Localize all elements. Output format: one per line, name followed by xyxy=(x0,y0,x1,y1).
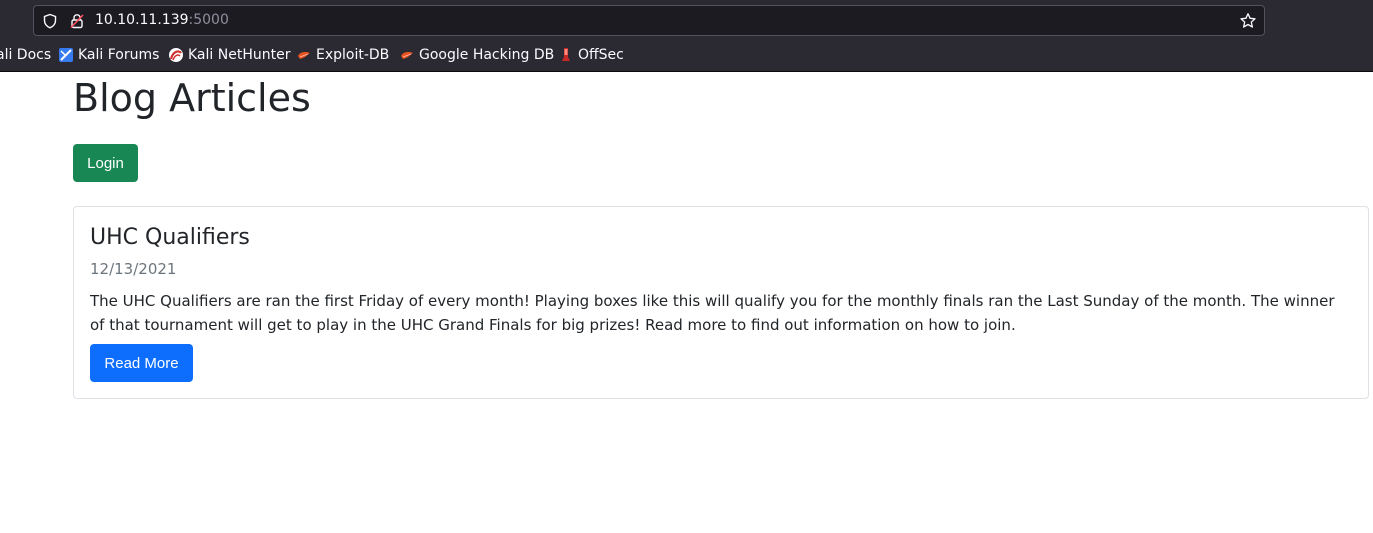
bookmark-kali-forums[interactable]: Kali Forums xyxy=(58,42,159,68)
article-body: The UHC Qualifiers are ran the first Fri… xyxy=(90,292,1335,334)
bookmark-label: ali Docs xyxy=(0,47,52,63)
exploit-db-icon xyxy=(298,52,310,59)
article-title: UHC Qualifiers xyxy=(90,225,250,250)
address-bar[interactable]: 10.10.11.139:5000 xyxy=(33,5,1265,36)
bookmark-google-hacking-db[interactable]: Google Hacking DB xyxy=(399,42,554,68)
kali-nethunter-icon xyxy=(169,48,183,62)
bookmark-label: OffSec xyxy=(578,47,624,63)
shield-icon[interactable] xyxy=(42,13,58,29)
bookmark-exploit-db[interactable]: Exploit-DB xyxy=(296,42,389,68)
bookmark-label: Exploit-DB xyxy=(316,47,390,63)
article-card: UHC Qualifiers 12/13/2021 The UHC Qualif… xyxy=(73,206,1369,399)
bookmarks-toolbar: ali Docs Kali Forums Kali NetHunter Expl… xyxy=(0,42,1373,68)
bookmark-label: Kali Forums xyxy=(78,47,160,63)
bookmark-kali-nethunter[interactable]: Kali NetHunter xyxy=(168,42,290,68)
browser-chrome: 10.10.11.139:5000 ali Docs Kali Forums K… xyxy=(0,0,1373,72)
bookmark-label: Kali NetHunter xyxy=(188,47,291,63)
bookmark-label: Google Hacking DB xyxy=(419,47,555,63)
url-host: 10.10.11.139 xyxy=(95,12,189,28)
page-content: Blog Articles Login UHC Qualifiers 12/13… xyxy=(0,73,1373,533)
insecure-lock-icon[interactable] xyxy=(69,13,85,29)
bookmark-offsec[interactable]: OffSec xyxy=(558,42,624,68)
page-title: Blog Articles xyxy=(73,76,311,120)
kali-forums-icon xyxy=(59,48,73,62)
url-text[interactable]: 10.10.11.139:5000 xyxy=(95,12,229,28)
read-more-button[interactable]: Read More xyxy=(90,344,193,382)
offsec-icon xyxy=(562,48,570,61)
login-button[interactable]: Login xyxy=(73,144,138,182)
bookmark-star-icon[interactable] xyxy=(1239,12,1257,30)
article-date: 12/13/2021 xyxy=(90,260,177,278)
bookmark-kali-docs[interactable]: ali Docs xyxy=(0,42,51,68)
url-port: :5000 xyxy=(188,12,229,28)
google-hacking-db-icon xyxy=(401,52,413,59)
